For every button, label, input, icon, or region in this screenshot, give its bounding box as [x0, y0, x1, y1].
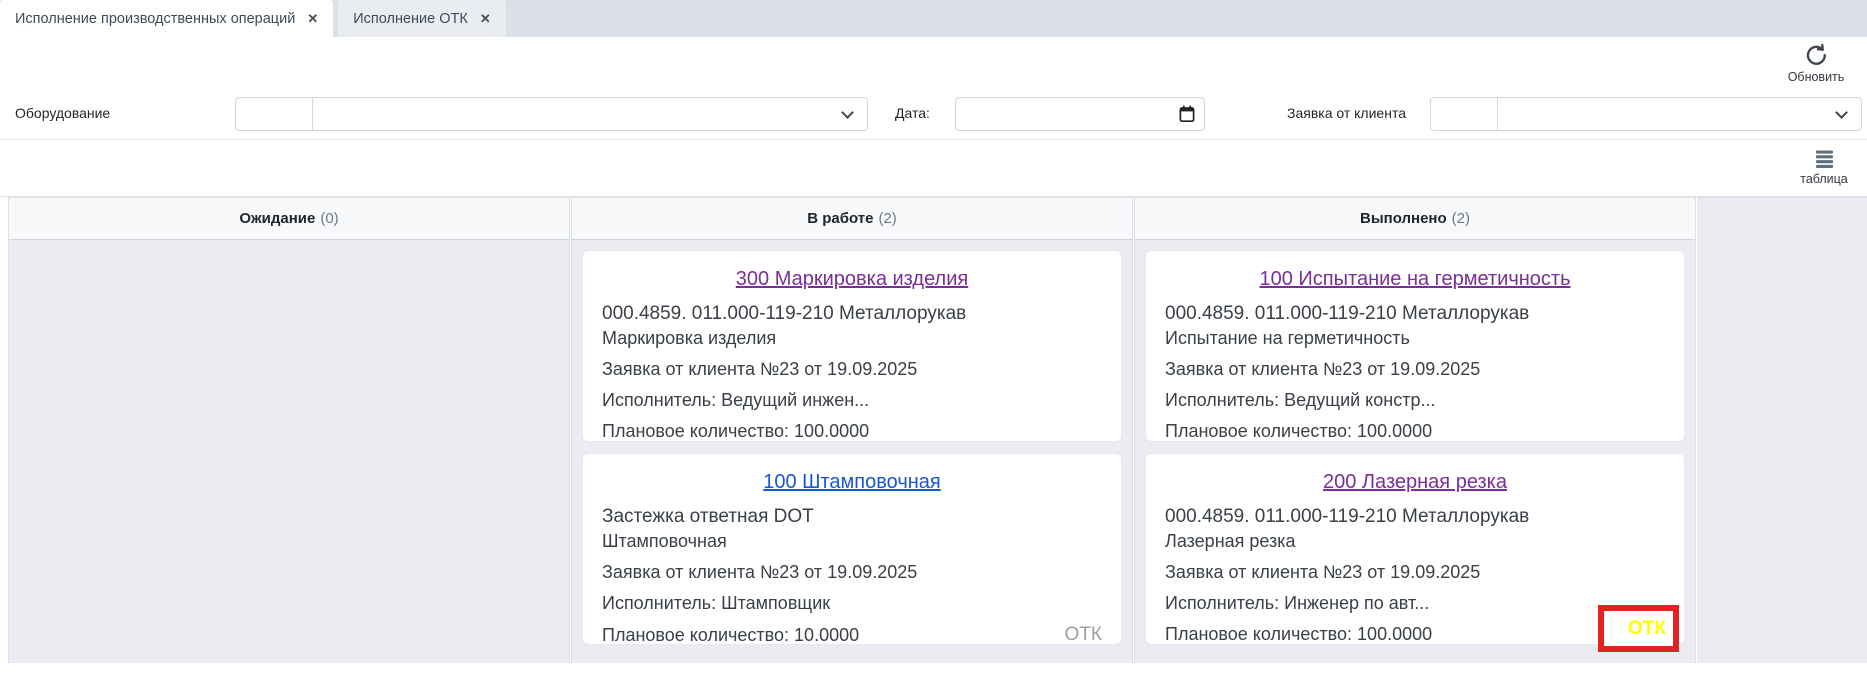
card-client-request: Заявка от клиента №23 от 19.09.2025 — [602, 359, 1102, 380]
card-planned-quantity: Плановое количество: 100.0000 — [1165, 624, 1432, 645]
equipment-filter-control — [235, 97, 868, 131]
column-count: (2) — [1452, 210, 1470, 227]
chevron-down-icon — [841, 106, 854, 119]
otk-badge[interactable]: ОТК — [1065, 624, 1102, 646]
operation-link[interactable]: 300 Маркировка изделия — [736, 268, 968, 290]
card-quantity-row: Плановое количество: 10.0000 ОТК — [602, 624, 1102, 646]
kanban-board: Ожидание (0) В работе (2) 300 Маркировка изд… — [0, 197, 1867, 663]
tab-bar: Исполнение производственных операций ✕ И… — [0, 0, 1867, 37]
card-operation: Лазерная резка — [1165, 531, 1665, 552]
card-title: 300 Маркировка изделия — [602, 268, 1102, 291]
tab-otk[interactable]: Исполнение ОТК ✕ — [338, 0, 506, 37]
refresh-icon — [1779, 42, 1853, 69]
card-planned-quantity: Плановое количество: 100.0000 — [1165, 421, 1432, 442]
column-header: Выполнено (2) — [1135, 198, 1695, 240]
card-title: 100 Штамповочная — [602, 471, 1102, 494]
card-planned-quantity: Плановое количество: 10.0000 — [602, 625, 859, 646]
equipment-filter-label: Оборудование — [15, 105, 110, 121]
card-product: Застежка ответная DOT — [602, 506, 1102, 528]
operation-card[interactable]: 300 Маркировка изделия 000.4859. 011.000-… — [582, 250, 1122, 442]
card-product: 000.4859. 011.000-119-210 Металлорукав — [1165, 303, 1665, 325]
table-label: таблица — [1793, 172, 1855, 186]
card-operation: Испытание на герметичность — [1165, 328, 1665, 349]
filter-row: Оборудование Дата: Заявка от клиента — [0, 88, 1867, 140]
operation-card[interactable]: 200 Лазерная резка 000.4859. 011.000-119-… — [1145, 453, 1685, 645]
actions-row: Обновить — [0, 37, 1867, 88]
card-executor: Исполнитель: Инженер по авт... — [1165, 593, 1665, 614]
column-header: Ожидание (0) — [9, 198, 569, 240]
card-planned-quantity: Плановое количество: 100.0000 — [602, 421, 869, 442]
card-executor: Исполнитель: Штамповщик — [602, 593, 1102, 614]
equipment-code-input[interactable] — [236, 98, 313, 130]
table-icon — [1793, 147, 1855, 170]
kanban-column: Выполнено (2) 100 Испытание на герметичнос… — [1134, 197, 1696, 663]
client-request-select[interactable] — [1498, 98, 1861, 130]
otk-badge-highlighted[interactable]: ОТК — [1598, 605, 1679, 652]
kanban-column: Ожидание (0) — [8, 197, 570, 663]
card-executor: Исполнитель: Ведущий констр... — [1165, 390, 1665, 411]
column-title: Выполнено — [1360, 210, 1447, 227]
operation-link[interactable]: 100 Штамповочная — [763, 471, 941, 493]
client-request-filter-label: Заявка от клиента — [1287, 105, 1406, 121]
card-quantity-row: Плановое количество: 100.0000 — [1165, 624, 1665, 645]
operation-link[interactable]: 100 Испытание на герметичность — [1260, 268, 1571, 290]
card-executor: Исполнитель: Ведущий инжен... — [602, 390, 1102, 411]
tab-label: Исполнение ОТК — [353, 11, 468, 27]
card-product: 000.4859. 011.000-119-210 Металлорукав — [1165, 506, 1665, 528]
refresh-button[interactable]: Обновить — [1779, 42, 1853, 84]
card-operation: Маркировка изделия — [602, 328, 1102, 349]
view-toolbar: таблица — [0, 140, 1867, 197]
close-icon[interactable]: ✕ — [307, 12, 318, 25]
card-client-request: Заявка от клиента №23 от 19.09.2025 — [1165, 359, 1665, 380]
operation-link[interactable]: 200 Лазерная резка — [1323, 471, 1507, 493]
card-quantity-row: Плановое количество: 100.0000 — [602, 421, 1102, 442]
tab-label: Исполнение производственных операций — [15, 11, 295, 27]
column-body: 300 Маркировка изделия 000.4859. 011.000-… — [572, 240, 1132, 663]
column-body — [9, 240, 569, 663]
column-title: Ожидание — [239, 210, 315, 227]
column-body: 100 Испытание на герметичность 000.4859. … — [1135, 240, 1695, 663]
chevron-down-icon — [1835, 106, 1848, 119]
refresh-label: Обновить — [1779, 70, 1853, 84]
client-request-code-input[interactable] — [1431, 98, 1498, 130]
card-client-request: Заявка от клиента №23 от 19.09.2025 — [1165, 562, 1665, 583]
tab-production-operations[interactable]: Исполнение производственных операций ✕ — [0, 0, 333, 37]
table-view-button[interactable]: таблица — [1793, 147, 1855, 186]
kanban-column: В работе (2) 300 Маркировка изделия 000.485… — [571, 197, 1133, 663]
operation-card[interactable]: 100 Штамповочная Застежка ответная DOT Шта… — [582, 453, 1122, 645]
card-quantity-row: Плановое количество: 100.0000 — [1165, 421, 1665, 442]
card-title: 100 Испытание на герметичность — [1165, 268, 1665, 291]
card-client-request: Заявка от клиента №23 от 19.09.2025 — [602, 562, 1102, 583]
client-request-filter-control — [1430, 97, 1862, 131]
operation-card[interactable]: 100 Испытание на герметичность 000.4859. … — [1145, 250, 1685, 442]
card-product: 000.4859. 011.000-119-210 Металлорукав — [602, 303, 1102, 325]
column-count: (0) — [320, 210, 338, 227]
equipment-select[interactable] — [313, 98, 867, 130]
column-header: В работе (2) — [572, 198, 1132, 240]
board-empty-area — [1697, 197, 1867, 663]
card-title: 200 Лазерная резка — [1165, 471, 1665, 494]
date-filter-label: Дата: — [895, 105, 930, 121]
card-operation: Штамповочная — [602, 531, 1102, 552]
date-input[interactable] — [955, 97, 1205, 131]
column-title: В работе — [807, 210, 873, 227]
close-icon[interactable]: ✕ — [480, 12, 491, 25]
column-count: (2) — [878, 210, 896, 227]
